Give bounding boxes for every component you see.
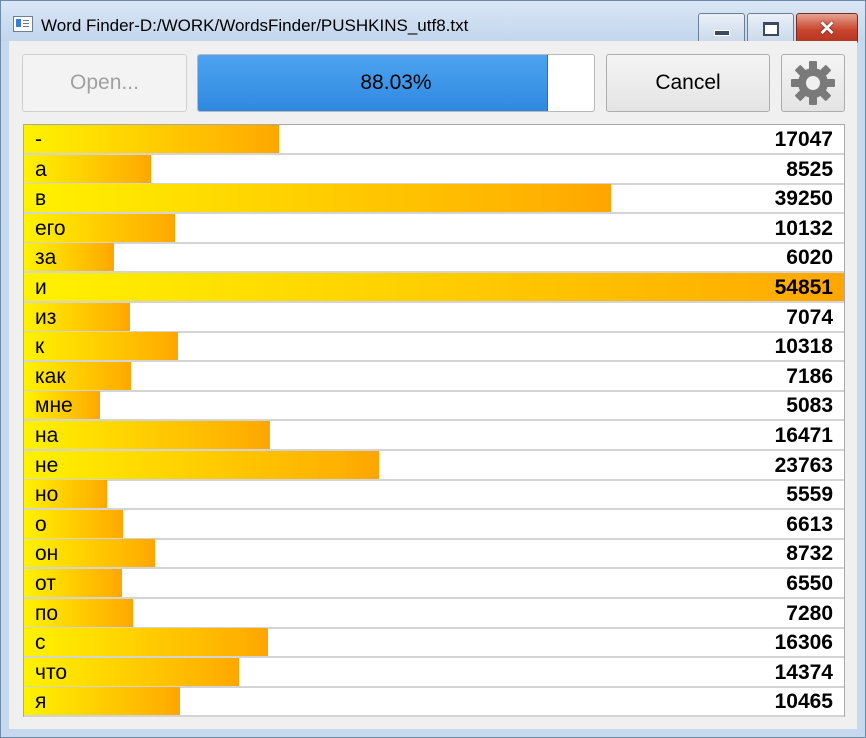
word-count: 54851	[774, 276, 833, 299]
word-count: 10465	[774, 690, 833, 714]
frequency-bar	[24, 687, 181, 716]
frequency-bar	[24, 332, 179, 361]
list-item[interactable]: в 39250	[24, 184, 844, 215]
word-label: его	[35, 216, 66, 240]
minimize-button[interactable]	[698, 13, 745, 44]
word-label: с	[35, 631, 46, 655]
list-item[interactable]: из 7074	[24, 302, 844, 333]
gear-icon	[791, 61, 835, 105]
word-label: за	[35, 246, 57, 270]
cancel-button[interactable]: Cancel	[606, 54, 770, 112]
list-item[interactable]: за 6020	[24, 243, 844, 274]
word-label: -	[35, 128, 42, 151]
list-item[interactable]: - 17047	[24, 125, 844, 155]
frequency-bar	[24, 273, 844, 301]
open-button[interactable]: Open...	[22, 54, 187, 112]
word-label: как	[35, 364, 66, 388]
title-bar[interactable]: Word Finder-D:/WORK/WordsFinder/PUSHKINS…	[1, 1, 865, 44]
list-item[interactable]: что 14374	[24, 657, 844, 688]
word-count: 7186	[786, 364, 833, 388]
frequency-bar	[24, 125, 279, 153]
list-item[interactable]: а 8525	[24, 154, 844, 185]
word-label: он	[35, 542, 59, 566]
maximize-button[interactable]	[747, 13, 794, 44]
list-item[interactable]: о 6613	[24, 509, 844, 540]
word-count: 23763	[774, 453, 833, 477]
word-frequency-list[interactable]: - 17047 а 8525 в 39250 его 10132 за 6020 и 54851 из 7…	[23, 124, 845, 718]
window-title: Word Finder-D:/WORK/WordsFinder/PUSHKINS…	[41, 16, 469, 35]
word-label: к	[35, 335, 45, 359]
word-count: 10318	[774, 335, 833, 359]
window-controls: ✕	[696, 13, 858, 44]
frequency-bar	[24, 421, 271, 449]
close-button[interactable]: ✕	[796, 13, 858, 44]
word-count: 10132	[774, 216, 833, 240]
word-count: 8525	[786, 157, 833, 181]
frequency-bar	[24, 628, 268, 657]
word-count: 14374	[774, 660, 833, 684]
word-count: 8732	[786, 542, 833, 566]
list-item[interactable]: я 10465	[24, 687, 844, 718]
maximize-icon	[762, 21, 779, 36]
frequency-bar	[24, 450, 380, 479]
list-item[interactable]: но 5559	[24, 480, 844, 511]
word-label: я	[35, 690, 47, 714]
word-label: на	[35, 424, 59, 447]
close-icon: ✕	[818, 17, 836, 40]
list-item[interactable]: мне 5083	[24, 391, 844, 422]
word-count: 7280	[786, 601, 833, 625]
frequency-bar	[24, 184, 611, 213]
word-count: 6613	[786, 512, 833, 536]
word-label: что	[35, 660, 68, 684]
list-item[interactable]: на 16471	[24, 421, 844, 451]
word-label: от	[35, 572, 56, 595]
progress-text: 88.03%	[360, 71, 432, 94]
word-label: из	[35, 305, 57, 329]
word-label: по	[35, 601, 59, 625]
client-area: Open... 88.03% Cancel - 17047 а 8525 в 3…	[9, 41, 857, 729]
word-label: в	[35, 187, 47, 211]
word-count: 39250	[774, 187, 833, 211]
list-item[interactable]: он 8732	[24, 539, 844, 570]
word-count: 16306	[774, 631, 833, 655]
list-item[interactable]: от 6550	[24, 569, 844, 599]
word-count: 7074	[786, 305, 833, 329]
word-label: и	[35, 276, 47, 299]
list-item[interactable]: по 7280	[24, 598, 844, 629]
list-item[interactable]: как 7186	[24, 361, 844, 392]
list-item[interactable]: не 23763	[24, 450, 844, 481]
word-label: не	[35, 453, 59, 477]
word-label: мне	[35, 394, 73, 418]
minimize-icon	[713, 29, 730, 36]
app-window: Word Finder-D:/WORK/WordsFinder/PUSHKINS…	[0, 0, 866, 738]
word-count: 16471	[774, 424, 833, 447]
list-item[interactable]: с 16306	[24, 628, 844, 659]
word-count: 5083	[786, 394, 833, 418]
list-item[interactable]: и 54851	[24, 273, 844, 303]
word-count: 6020	[786, 246, 833, 270]
app-icon[interactable]	[13, 16, 33, 32]
word-label: но	[35, 483, 59, 507]
settings-button[interactable]	[781, 54, 845, 112]
word-count: 5559	[786, 483, 833, 507]
list-item[interactable]: его 10132	[24, 213, 844, 244]
word-count: 17047	[774, 128, 833, 151]
word-count: 6550	[786, 572, 833, 595]
toolbar: Open... 88.03% Cancel	[9, 41, 857, 123]
list-item[interactable]: к 10318	[24, 332, 844, 363]
word-label: а	[35, 157, 47, 181]
word-label: о	[35, 512, 47, 536]
progress-bar: 88.03%	[197, 54, 595, 112]
